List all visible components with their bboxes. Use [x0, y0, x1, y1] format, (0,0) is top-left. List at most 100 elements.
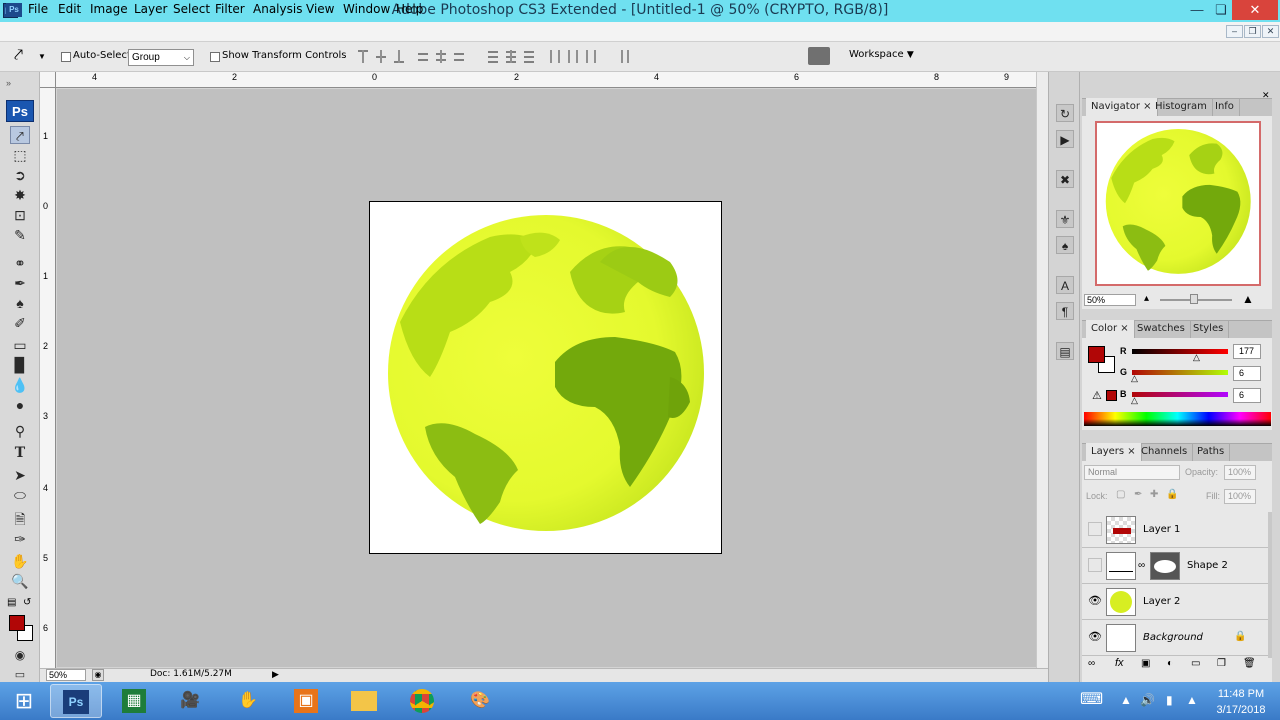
photoshop-logo[interactable]: Ps — [6, 100, 34, 122]
distribute-top-icon[interactable] — [486, 49, 500, 64]
status-menu-icon[interactable]: ◉ — [92, 669, 104, 681]
photoshop-menu-icon[interactable]: Ps — [6, 3, 22, 17]
distribute-centers-icon[interactable] — [504, 49, 518, 64]
hand-app-taskbar-icon[interactable]: ✋ — [222, 684, 274, 718]
align-left-edges-icon[interactable] — [416, 49, 430, 64]
layer-name[interactable]: Background — [1143, 632, 1203, 643]
layer-row[interactable]: ∞ Shape 2 — [1082, 548, 1268, 584]
menu-edit[interactable]: Edit — [58, 2, 81, 16]
default-colors-icon[interactable]: ▤ — [7, 597, 16, 608]
lock-all-icon[interactable]: 🔒 — [1166, 489, 1178, 500]
tab-channels[interactable]: Channels — [1136, 443, 1194, 461]
layer-visibility-toggle[interactable] — [1088, 558, 1102, 572]
status-arrow-icon[interactable]: ▶ — [272, 669, 279, 680]
layer-name[interactable]: Layer 1 — [1143, 524, 1180, 535]
layer-name[interactable]: Shape 2 — [1187, 560, 1228, 571]
clock-time[interactable]: 11:48 PM — [1214, 688, 1268, 700]
move-tool-preset-icon[interactable]: ⤤ — [14, 47, 23, 65]
move-tool-icon[interactable]: ⤤ — [10, 126, 30, 144]
magic-wand-tool-icon[interactable]: ✸ — [10, 186, 30, 204]
history-panel-icon[interactable]: ↻ — [1056, 104, 1074, 122]
link-layers-icon[interactable]: ∞ — [1088, 658, 1095, 669]
navigator-zoom-field[interactable]: 50% — [1084, 294, 1136, 306]
vertical-scrollbar[interactable] — [1036, 72, 1048, 668]
menu-analysis[interactable]: Analysis — [253, 2, 302, 16]
close-icon[interactable]: ✕ — [1232, 0, 1278, 20]
blue-slider[interactable] — [1132, 392, 1228, 397]
adjustment-layer-icon[interactable]: ◐ — [1167, 658, 1173, 669]
collapse-tools-icon[interactable]: » — [6, 78, 11, 88]
paint-taskbar-icon[interactable]: 🎨 — [454, 684, 506, 718]
align-vertical-centers-icon[interactable] — [374, 49, 388, 64]
distribute-horizontal-icon[interactable] — [566, 49, 580, 64]
layer-row[interactable]: Layer 1 — [1082, 512, 1268, 548]
healing-brush-tool-icon[interactable]: ⚭ — [10, 254, 30, 272]
menu-view[interactable]: View — [306, 2, 334, 16]
lasso-tool-icon[interactable]: ➲ — [10, 166, 30, 184]
doc-close-icon[interactable]: ✕ — [1262, 25, 1279, 38]
clock-date[interactable]: 3/17/2018 — [1214, 704, 1268, 716]
eye-icon[interactable]: 👁 — [1088, 594, 1102, 608]
crop-tool-icon[interactable]: ⊡ — [10, 206, 30, 224]
zoom-tool-icon[interactable]: 🔍 — [10, 572, 30, 590]
tab-histogram[interactable]: Histogram — [1150, 98, 1213, 116]
eraser-tool-icon[interactable]: ▭ — [10, 336, 30, 354]
navigator-slider-thumb[interactable] — [1190, 294, 1198, 304]
tray-chevron-icon[interactable]: ▲ — [1120, 693, 1132, 707]
history-brush-tool-icon[interactable]: ✐ — [10, 314, 30, 332]
menu-select[interactable]: Select — [173, 2, 210, 16]
horizontal-ruler[interactable]: 4 2 0 2 4 6 8 9 — [56, 72, 1036, 88]
start-button-icon[interactable]: ⊞ — [8, 686, 40, 716]
layer-row[interactable]: 👁 Background 🔒 — [1082, 620, 1268, 656]
link-icon[interactable]: ∞ — [1138, 560, 1145, 571]
brushes-panel-icon[interactable]: ⚜ — [1056, 210, 1074, 228]
auto-select-dropdown[interactable]: Group ⌵ — [128, 49, 194, 66]
vertical-ruler[interactable]: 1 0 1 2 3 4 5 6 — [40, 88, 56, 668]
distribute-left-icon[interactable] — [548, 49, 562, 64]
layer-style-icon[interactable]: fx — [1115, 657, 1124, 669]
menu-filter[interactable]: Filter — [215, 2, 245, 16]
distribute-bottom-icon[interactable] — [522, 49, 536, 64]
color-foreground-swatch[interactable] — [1088, 346, 1105, 363]
file-explorer-taskbar-icon[interactable] — [338, 684, 390, 718]
notes-tool-icon[interactable]: 🗎 — [10, 510, 30, 528]
eye-icon[interactable]: 👁 — [1088, 630, 1102, 644]
ellipse-tool-icon[interactable]: ⬭ — [10, 486, 30, 504]
tab-color[interactable]: Color × — [1086, 320, 1135, 338]
hand-tool-icon[interactable]: ✋ — [10, 552, 30, 570]
dodge-tool-icon[interactable]: ● — [10, 396, 30, 414]
chrome-taskbar-icon[interactable] — [396, 684, 448, 718]
photoshop-taskbar-icon[interactable]: Ps — [50, 684, 102, 718]
blue-slider-thumb[interactable]: △ — [1131, 395, 1138, 406]
blur-tool-icon[interactable]: 💧 — [10, 376, 30, 394]
character-panel-icon[interactable]: A — [1056, 276, 1074, 294]
tool-presets-icon[interactable]: ✖ — [1056, 170, 1074, 188]
ruler-corner[interactable] — [40, 72, 56, 88]
tab-info[interactable]: Info — [1210, 98, 1240, 116]
quick-mask-icon[interactable]: ◉ — [10, 646, 30, 664]
align-right-edges-icon[interactable] — [452, 49, 466, 64]
layer-comps-icon[interactable]: ▤ — [1056, 342, 1074, 360]
clone-source-icon[interactable]: ♠ — [1056, 236, 1074, 254]
tab-swatches[interactable]: Swatches — [1132, 320, 1191, 338]
red-value-field[interactable]: 177 — [1233, 344, 1261, 359]
blue-value-field[interactable]: 6 — [1233, 388, 1261, 403]
pen-tool-icon[interactable]: ⚲ — [10, 422, 30, 440]
green-slider-thumb[interactable]: △ — [1131, 373, 1138, 384]
foreground-color-swatch[interactable] — [9, 615, 25, 631]
excel-taskbar-icon[interactable]: ▦ — [108, 684, 160, 718]
office-taskbar-icon[interactable]: ▣ — [280, 684, 332, 718]
add-mask-icon[interactable]: ▣ — [1141, 658, 1150, 669]
new-group-icon[interactable]: ▭ — [1191, 658, 1200, 669]
delete-layer-icon[interactable]: 🗑 — [1243, 658, 1256, 669]
green-slider[interactable] — [1132, 370, 1228, 375]
swap-colors-icon[interactable]: ↺ — [23, 597, 31, 608]
layer-visibility-toggle[interactable] — [1088, 522, 1102, 536]
blend-mode-dropdown[interactable]: Normal — [1084, 465, 1180, 480]
volume-icon[interactable]: 🔊 — [1140, 693, 1155, 707]
eyedropper-tool-icon[interactable]: ✑ — [10, 530, 30, 548]
gradient-tool-icon[interactable]: ▉ — [10, 356, 30, 374]
red-slider[interactable] — [1132, 349, 1228, 354]
tab-navigator[interactable]: Navigator × — [1086, 98, 1158, 116]
actions-panel-icon[interactable]: ▶ — [1056, 130, 1074, 148]
